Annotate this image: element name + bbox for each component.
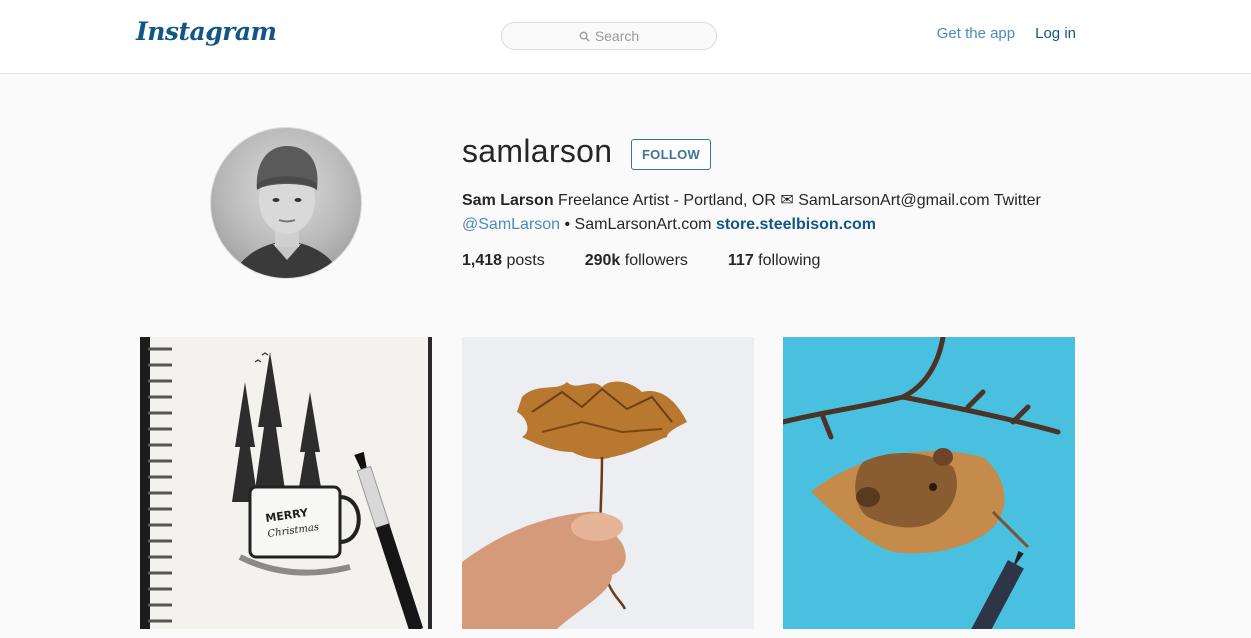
profile-external-link[interactable]: store.steelbison.com [716, 216, 876, 233]
post-thumbnail-bear-leaf[interactable] [783, 337, 1075, 629]
search-input[interactable]: Search [501, 22, 717, 50]
profile-bio: Sam Larson Freelance Artist - Portland, … [462, 189, 1082, 237]
post-thumbnail-christmas-mug[interactable]: MERRY Christmas [140, 337, 432, 629]
followers-count[interactable]: 290k followers [585, 252, 688, 270]
bio-twitter-mention[interactable]: @SamLarson [462, 216, 560, 233]
bio-email: SamLarsonArt@gmail.com Twitter [793, 192, 1041, 209]
top-navigation-bar: Instagram Search Get the app Log in [0, 0, 1251, 74]
email-icon: ✉ [780, 192, 794, 209]
get-the-app-link[interactable]: Get the app [937, 25, 1015, 42]
bio-text: Freelance Artist - Portland, OR [553, 192, 781, 209]
instagram-logo[interactable]: Instagram [136, 17, 277, 46]
search-icon [579, 31, 590, 42]
profile-avatar [210, 127, 362, 279]
post-thumbnail-leaf-mountains[interactable] [462, 337, 754, 629]
profile-stats: 1,418 posts 290k followers 117 following [462, 252, 860, 270]
following-count[interactable]: 117 following [728, 252, 821, 270]
login-link[interactable]: Log in [1035, 25, 1076, 42]
posts-count: 1,418 posts [462, 252, 545, 269]
bio-website: • SamLarsonArt.com [560, 216, 716, 233]
profile-username: samlarson [462, 133, 613, 169]
follow-button[interactable]: FOLLOW [631, 139, 711, 170]
bio-full-name: Sam Larson [462, 192, 554, 209]
search-placeholder: Search [594, 28, 640, 44]
